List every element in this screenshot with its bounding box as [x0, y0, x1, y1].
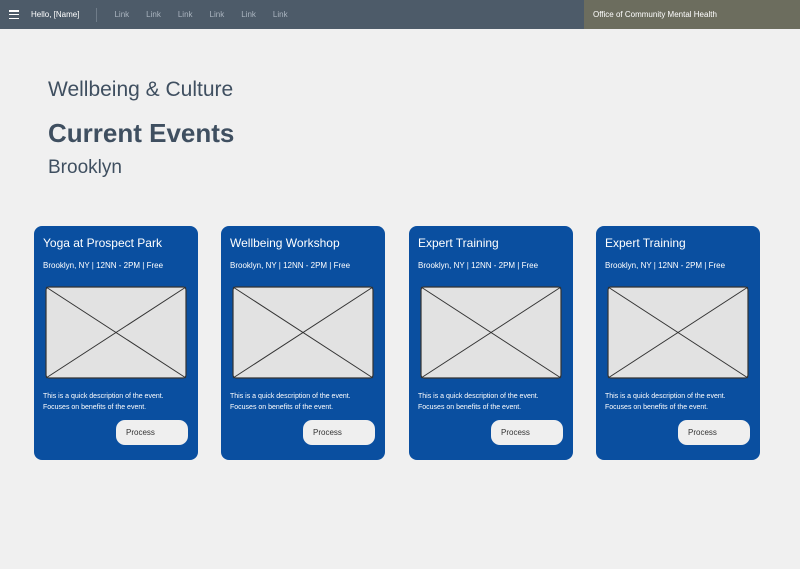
event-details: Brooklyn, NY | 12NN - 2PM | Free: [418, 261, 539, 270]
event-details: Brooklyn, NY | 12NN - 2PM | Free: [230, 261, 351, 270]
event-card: Wellbeing Workshop Brooklyn, NY | 12NN -…: [221, 226, 385, 460]
hamburger-menu-icon[interactable]: [9, 10, 19, 19]
description-line: This is a quick description of the event…: [605, 393, 726, 400]
process-button[interactable]: Process: [491, 420, 563, 445]
event-title: Expert Training: [605, 236, 686, 250]
event-card: Expert Training Brooklyn, NY | 12NN - 2P…: [409, 226, 573, 460]
event-card: Yoga at Prospect Park Brooklyn, NY | 12N…: [34, 226, 198, 460]
event-card: Expert Training Brooklyn, NY | 12NN - 2P…: [596, 226, 760, 460]
event-details: Brooklyn, NY | 12NN - 2PM | Free: [43, 261, 164, 270]
nav-link-6[interactable]: Link: [273, 10, 288, 19]
description-line: This is a quick description of the event…: [418, 393, 539, 400]
page-title: Current Events: [48, 118, 235, 148]
event-description: This is a quick description of the event…: [418, 391, 568, 413]
process-button[interactable]: Process: [303, 420, 375, 445]
process-button[interactable]: Process: [678, 420, 750, 445]
description-line: This is a quick description of the event…: [230, 393, 351, 400]
image-placeholder-icon: [420, 286, 562, 379]
event-title: Yoga at Prospect Park: [43, 236, 162, 250]
nav-link-5[interactable]: Link: [241, 10, 256, 19]
image-placeholder-icon: [45, 286, 187, 379]
description-line: Focuses on benefits of the event.: [605, 404, 709, 411]
event-description: This is a quick description of the event…: [43, 391, 193, 413]
event-details: Brooklyn, NY | 12NN - 2PM | Free: [605, 261, 726, 270]
event-description: This is a quick description of the event…: [230, 391, 380, 413]
location-heading: Brooklyn: [48, 157, 122, 178]
nav-link-1[interactable]: Link: [114, 10, 129, 19]
nav-link-2[interactable]: Link: [146, 10, 161, 19]
event-description: This is a quick description of the event…: [605, 391, 755, 413]
process-button[interactable]: Process: [116, 420, 188, 445]
top-navigation-bar: Hello, [Name] Link Link Link Link Link L…: [0, 0, 800, 29]
image-placeholder-icon: [607, 286, 749, 379]
nav-link-3[interactable]: Link: [178, 10, 193, 19]
image-placeholder-icon: [232, 286, 374, 379]
event-title: Wellbeing Workshop: [230, 236, 340, 250]
description-line: This is a quick description of the event…: [43, 393, 164, 400]
section-subtitle: Wellbeing & Culture: [48, 78, 234, 101]
organization-name: Office of Community Mental Health: [584, 0, 800, 29]
nav-link-4[interactable]: Link: [210, 10, 225, 19]
description-line: Focuses on benefits of the event.: [418, 404, 522, 411]
description-line: Focuses on benefits of the event.: [43, 404, 147, 411]
description-line: Focuses on benefits of the event.: [230, 404, 334, 411]
user-greeting: Hello, [Name]: [31, 7, 98, 22]
event-title: Expert Training: [418, 236, 499, 250]
